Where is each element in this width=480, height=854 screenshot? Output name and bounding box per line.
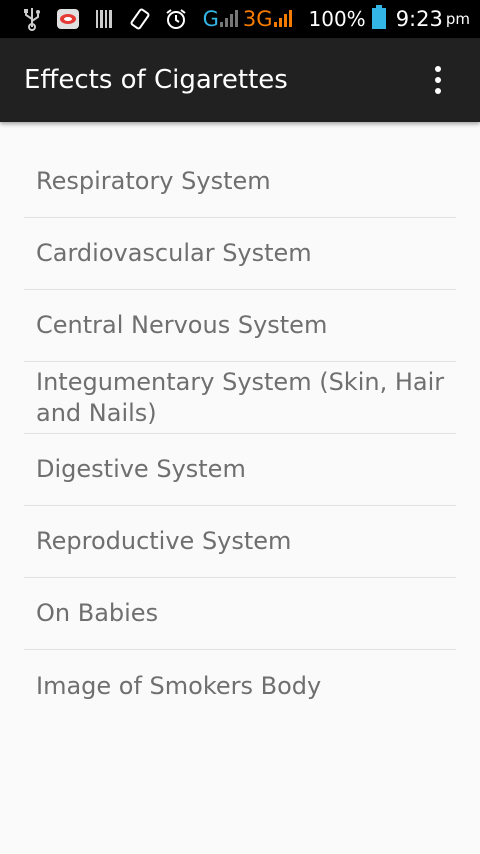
usb-icon [14,0,50,38]
clock: 9:23 [395,7,443,31]
rotate-icon [122,0,158,38]
list-item-smokers-body[interactable]: Image of Smokers Body [24,650,456,722]
more-vert-icon[interactable] [416,50,460,110]
status-bar: G 3G 100% 9:23 pm [0,0,480,38]
clock-ampm: pm [445,10,470,28]
menu-list: Respiratory System Cardiovascular System… [24,146,456,722]
signal-3g-icon [273,6,295,32]
list-item-central-nervous[interactable]: Central Nervous System [24,290,456,362]
page-title: Effects of Cigarettes [24,65,288,95]
app-bar: Effects of Cigarettes [0,38,480,122]
list-item-digestive[interactable]: Digestive System [24,434,456,506]
signal-icon [219,6,241,32]
list-item-respiratory[interactable]: Respiratory System [24,146,456,218]
list-item-cardiovascular[interactable]: Cardiovascular System [24,218,456,290]
barcode-icon [86,0,122,38]
network-3g-label: 3G [242,7,273,31]
list-item-integumentary[interactable]: Integumentary System (Skin, Hair and Nai… [24,362,456,434]
battery-icon [371,5,386,33]
battery-percentage: 100% [308,7,366,31]
alarm-icon [158,0,194,38]
sms-app-icon [50,0,86,38]
list-item-reproductive[interactable]: Reproductive System [24,506,456,578]
network-g-label: G [202,7,219,31]
list-item-on-babies[interactable]: On Babies [24,578,456,650]
